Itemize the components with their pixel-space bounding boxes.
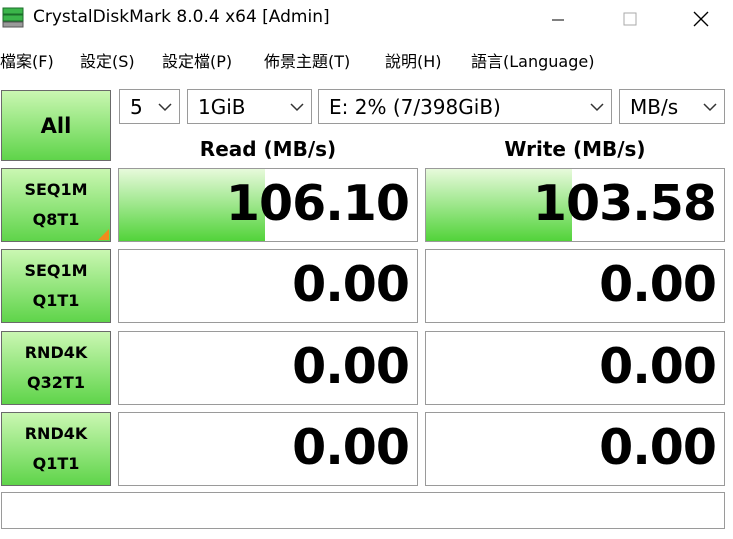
test-button-line2: Q1T1 [32, 291, 80, 310]
menu-help[interactable]: 說明(H) [385, 48, 442, 72]
test-button-seq1m-q8t1[interactable]: SEQ1M Q8T1 [1, 168, 111, 242]
test-button-line1: RND4K [24, 343, 88, 362]
crystaldiskmark-icon [2, 7, 24, 28]
write-result-seq1m-q1t1: 0.00 [425, 249, 725, 323]
menu-language[interactable]: 語言(Language) [471, 48, 594, 72]
write-result-value: 0.00 [599, 256, 717, 313]
minimize-icon [552, 19, 564, 21]
test-button-rnd4k-q32t1[interactable]: RND4K Q32T1 [1, 331, 111, 405]
read-result-value: 0.00 [292, 256, 410, 313]
test-button-line2: Q1T1 [32, 454, 80, 473]
write-result-rnd4k-q32t1: 0.00 [425, 331, 725, 405]
test-size-select[interactable]: 1GiB [187, 89, 312, 124]
maximize-icon [623, 12, 637, 26]
minimize-button[interactable] [535, 0, 581, 38]
menu-settings[interactable]: 設定(S) [80, 48, 135, 72]
write-column-header: Write (MB/s) [504, 137, 646, 161]
all-button[interactable]: All [1, 90, 111, 161]
read-result-value: 106.10 [225, 175, 410, 232]
close-button[interactable] [678, 0, 724, 38]
test-button-line1: SEQ1M [24, 261, 88, 280]
unit-value: MB/s [630, 94, 679, 119]
chevron-down-icon [158, 103, 172, 112]
menu-bar: 檔案(F) 設定(S) 設定檔(P) 佈景主題(T) 說明(H) 語言(Lang… [0, 45, 733, 73]
write-result-value: 0.00 [599, 338, 717, 395]
test-button-line2: Q32T1 [27, 373, 85, 392]
drive-value: E: 2% (7/398GiB) [329, 94, 501, 119]
menu-theme[interactable]: 佈景主題(T) [264, 48, 350, 72]
write-result-seq1m-q8t1: 103.58 [425, 168, 725, 242]
comment-input[interactable] [1, 492, 725, 529]
chevron-down-icon [590, 103, 604, 112]
drive-select[interactable]: E: 2% (7/398GiB) [318, 89, 612, 124]
read-column-header: Read (MB/s) [199, 137, 337, 161]
test-count-value: 5 [130, 94, 143, 119]
write-result-value: 0.00 [599, 419, 717, 476]
chevron-down-icon [703, 103, 717, 112]
selected-indicator [98, 229, 109, 240]
read-result-rnd4k-q32t1: 0.00 [118, 331, 418, 405]
write-result-value: 103.58 [532, 175, 717, 232]
title-bar: CrystalDiskMark 8.0.4 x64 [Admin] [0, 0, 733, 38]
read-result-value: 0.00 [292, 338, 410, 395]
read-result-value: 0.00 [292, 419, 410, 476]
write-result-rnd4k-q1t1: 0.00 [425, 412, 725, 486]
chevron-down-icon [290, 103, 304, 112]
window-title: CrystalDiskMark 8.0.4 x64 [Admin] [33, 7, 330, 27]
test-button-line1: SEQ1M [24, 180, 88, 199]
test-size-value: 1GiB [198, 94, 246, 119]
menu-profile[interactable]: 設定檔(P) [162, 48, 232, 72]
unit-select[interactable]: MB/s [619, 89, 725, 124]
read-result-seq1m-q8t1: 106.10 [118, 168, 418, 242]
maximize-button[interactable] [607, 0, 653, 38]
menu-file[interactable]: 檔案(F) [0, 48, 54, 72]
test-button-rnd4k-q1t1[interactable]: RND4K Q1T1 [1, 412, 111, 486]
test-button-line2: Q8T1 [32, 210, 80, 229]
read-result-seq1m-q1t1: 0.00 [118, 249, 418, 323]
read-result-rnd4k-q1t1: 0.00 [118, 412, 418, 486]
close-icon [693, 11, 709, 27]
test-button-seq1m-q1t1[interactable]: SEQ1M Q1T1 [1, 249, 111, 323]
test-count-select[interactable]: 5 [119, 89, 180, 124]
test-button-line1: RND4K [24, 424, 88, 443]
